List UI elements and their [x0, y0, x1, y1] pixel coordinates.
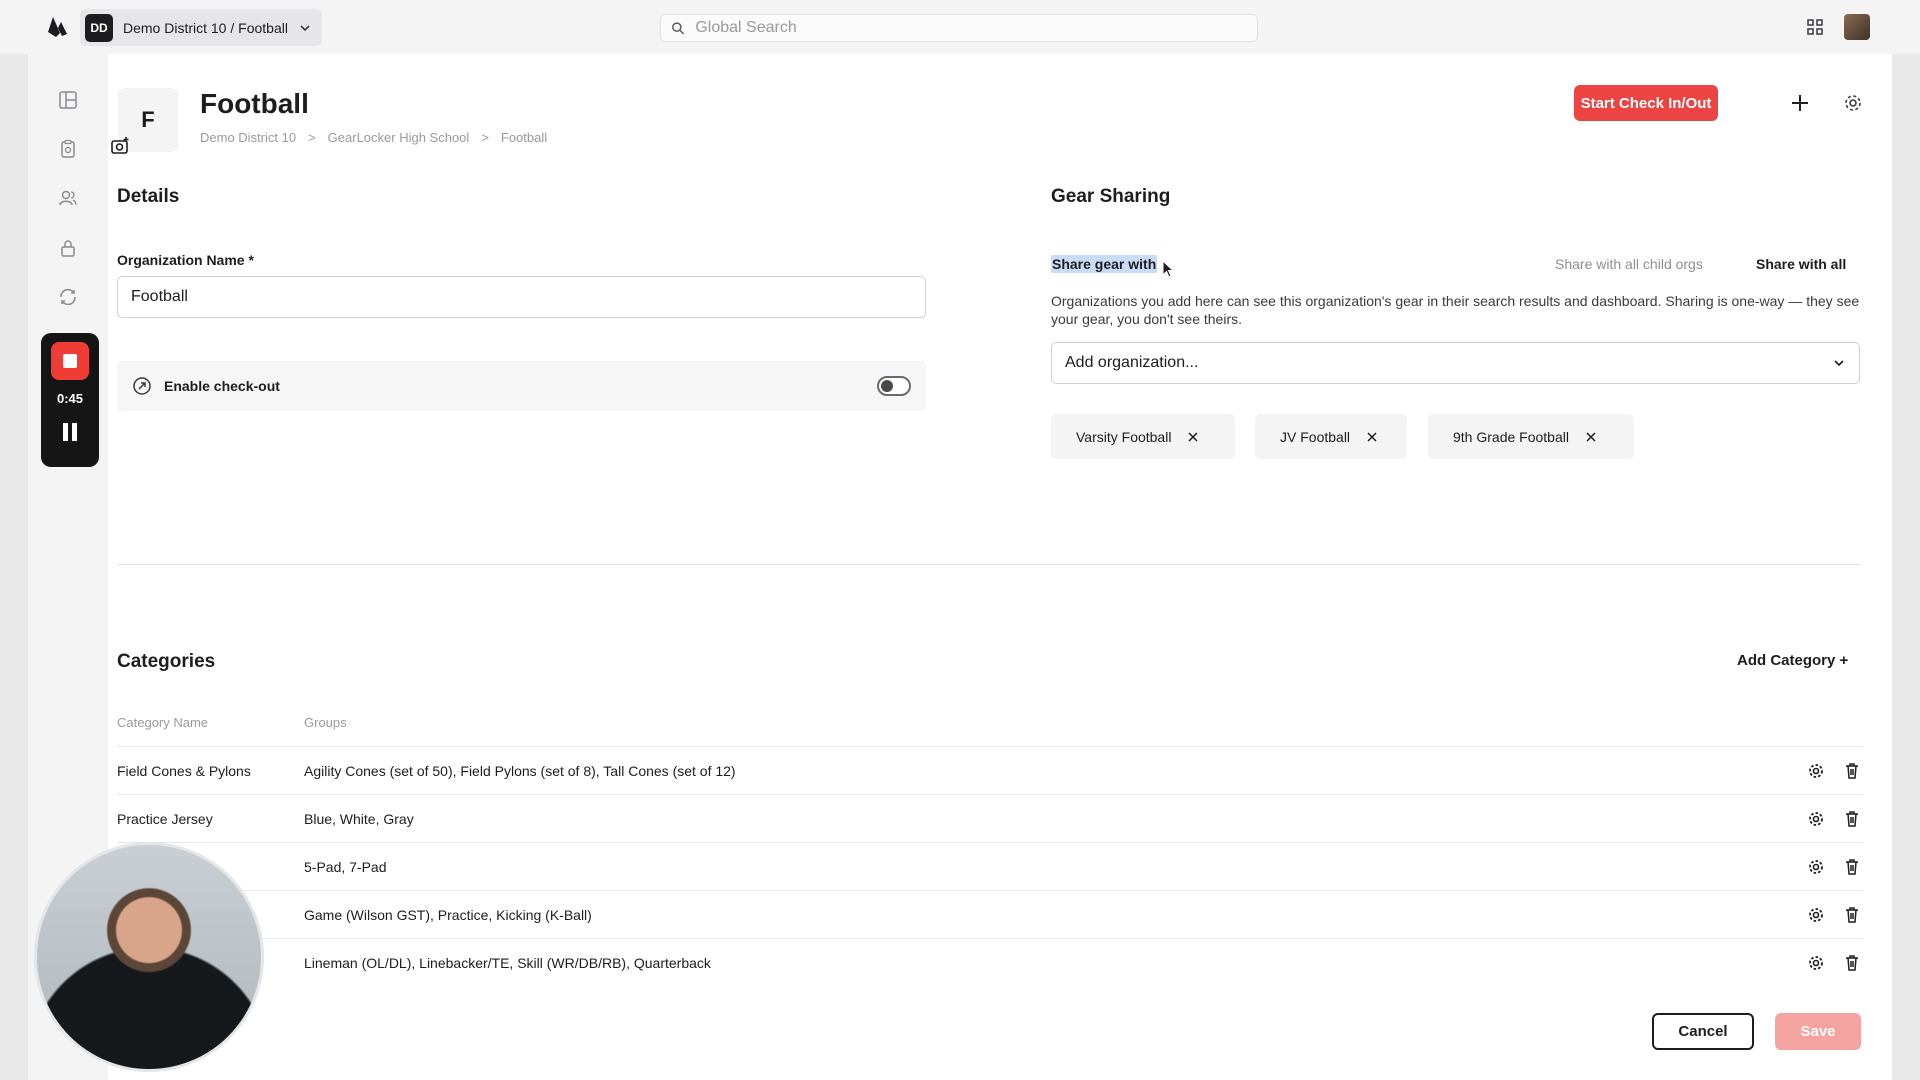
trash-icon[interactable]: [1843, 954, 1861, 972]
gear-icon[interactable]: [1807, 954, 1825, 972]
table-row[interactable]: Lineman (OL/DL), Linebacker/TE, Skill (W…: [117, 938, 1863, 986]
qr-grid-icon[interactable]: [1806, 18, 1824, 36]
table-row[interactable]: Practice Jersey Blue, White, Gray: [117, 794, 1863, 842]
checkout-setting-row: Enable check-out: [117, 361, 926, 411]
trash-icon[interactable]: [1843, 810, 1861, 828]
section-divider: [117, 564, 1861, 565]
breadcrumb: Demo District 10 > GearLocker High Schoo…: [200, 130, 547, 145]
shared-org-chip: 9th Grade Football: [1428, 414, 1634, 459]
share-gear-with-label: Share gear with: [1051, 255, 1158, 273]
gear-icon[interactable]: [1807, 762, 1825, 780]
record-timer: 0:45: [56, 391, 84, 406]
sync-icon[interactable]: [58, 287, 78, 307]
close-icon[interactable]: [1187, 431, 1199, 443]
save-button[interactable]: Save: [1775, 1013, 1861, 1050]
categories-heading: Categories: [117, 651, 216, 672]
top-bar: DD Demo District 10 / Football: [0, 0, 1920, 54]
share-with-child-orgs-option[interactable]: Share with all child orgs: [1555, 256, 1703, 272]
breadcrumb-district[interactable]: Demo District 10: [200, 130, 296, 145]
gear-sharing-heading: Gear Sharing: [1051, 186, 1171, 207]
shared-org-chip: JV Football: [1255, 414, 1407, 459]
column-header-category-name: Category Name: [117, 715, 209, 730]
breadcrumb-separator: >: [481, 130, 489, 145]
clipboard-icon[interactable]: [58, 139, 78, 159]
org-switcher[interactable]: DD Demo District 10 / Football: [80, 9, 322, 46]
details-heading: Details: [117, 186, 180, 207]
breadcrumb-school[interactable]: GearLocker High School: [328, 130, 470, 145]
category-name: Field Cones & Pylons: [117, 762, 251, 779]
org-name-label: Organization Name *: [117, 252, 254, 268]
org-name-input[interactable]: [117, 276, 926, 318]
table-row[interactable]: Field Cones & Pylons Agility Cones (set …: [117, 746, 1863, 794]
gear-icon[interactable]: [1807, 858, 1825, 876]
user-avatar[interactable]: [1844, 14, 1870, 40]
table-row[interactable]: Game (Wilson GST), Practice, Kicking (K-…: [117, 890, 1863, 938]
category-groups: Agility Cones (set of 50), Field Pylons …: [304, 762, 736, 779]
webcam-overlay: [34, 842, 264, 1072]
add-category-button[interactable]: Add Category +: [1737, 652, 1848, 669]
org-switcher-label: Demo District 10 / Football: [123, 19, 288, 36]
gear-icon[interactable]: [1842, 92, 1864, 114]
add-organization-placeholder: Add organization...: [1065, 354, 1199, 371]
add-organization-select[interactable]: Add organization...: [1051, 342, 1860, 384]
toggle-knob: [881, 380, 893, 392]
plus-icon[interactable]: [1789, 92, 1811, 114]
close-icon[interactable]: [1366, 431, 1378, 443]
trash-icon[interactable]: [1843, 858, 1861, 876]
checkout-icon: [133, 377, 151, 395]
table-row[interactable]: 5-Pad, 7-Pad: [117, 842, 1863, 890]
record-stop-button[interactable]: [51, 342, 89, 380]
trash-icon[interactable]: [1843, 762, 1861, 780]
trash-icon[interactable]: [1843, 906, 1861, 924]
start-check-in-out-button[interactable]: Start Check In/Out: [1574, 85, 1718, 121]
shared-org-name: Varsity Football: [1076, 428, 1172, 445]
camera-add-icon[interactable]: [110, 136, 130, 156]
lock-icon[interactable]: [58, 238, 78, 258]
category-groups: Lineman (OL/DL), Linebacker/TE, Skill (W…: [304, 954, 711, 971]
category-groups: Blue, White, Gray: [304, 810, 414, 827]
checkout-toggle[interactable]: [877, 376, 911, 396]
gear-icon[interactable]: [1807, 906, 1825, 924]
category-groups: 5-Pad, 7-Pad: [304, 858, 387, 875]
breadcrumb-current: Football: [500, 130, 548, 145]
main-content: F Football Demo District 10 > GearLocker…: [108, 54, 1892, 1080]
shared-org-name: 9th Grade Football: [1453, 428, 1569, 445]
pause-icon[interactable]: [63, 423, 77, 441]
chevron-down-icon: [300, 24, 310, 31]
dashboard-icon[interactable]: [58, 90, 78, 110]
close-icon[interactable]: [1585, 431, 1597, 443]
org-badge: DD: [85, 13, 113, 42]
global-search[interactable]: [660, 14, 1258, 42]
checkout-label: Enable check-out: [164, 378, 280, 394]
share-with-all-option[interactable]: Share with all: [1756, 256, 1846, 272]
users-icon[interactable]: [58, 188, 78, 208]
stop-icon: [63, 354, 77, 368]
cancel-button[interactable]: Cancel: [1652, 1013, 1754, 1050]
shared-org-chip: Varsity Football: [1051, 414, 1235, 459]
app-logo-icon[interactable]: [44, 14, 70, 40]
shared-org-name: JV Football: [1280, 428, 1351, 445]
screen-recorder-widget: 0:45: [41, 333, 99, 467]
sharing-description: Organizations you add here can see this …: [1051, 293, 1860, 327]
column-header-groups: Groups: [304, 715, 347, 730]
search-icon: [672, 21, 685, 34]
gear-icon[interactable]: [1807, 810, 1825, 828]
breadcrumb-separator: >: [308, 130, 316, 145]
mouse-cursor-icon: [1162, 260, 1174, 278]
category-name: Practice Jersey: [117, 810, 213, 827]
chevron-down-icon: [1834, 360, 1844, 367]
page-title: Football: [200, 88, 309, 119]
search-input[interactable]: [695, 19, 1247, 37]
category-groups: Game (Wilson GST), Practice, Kicking (K-…: [304, 906, 592, 923]
